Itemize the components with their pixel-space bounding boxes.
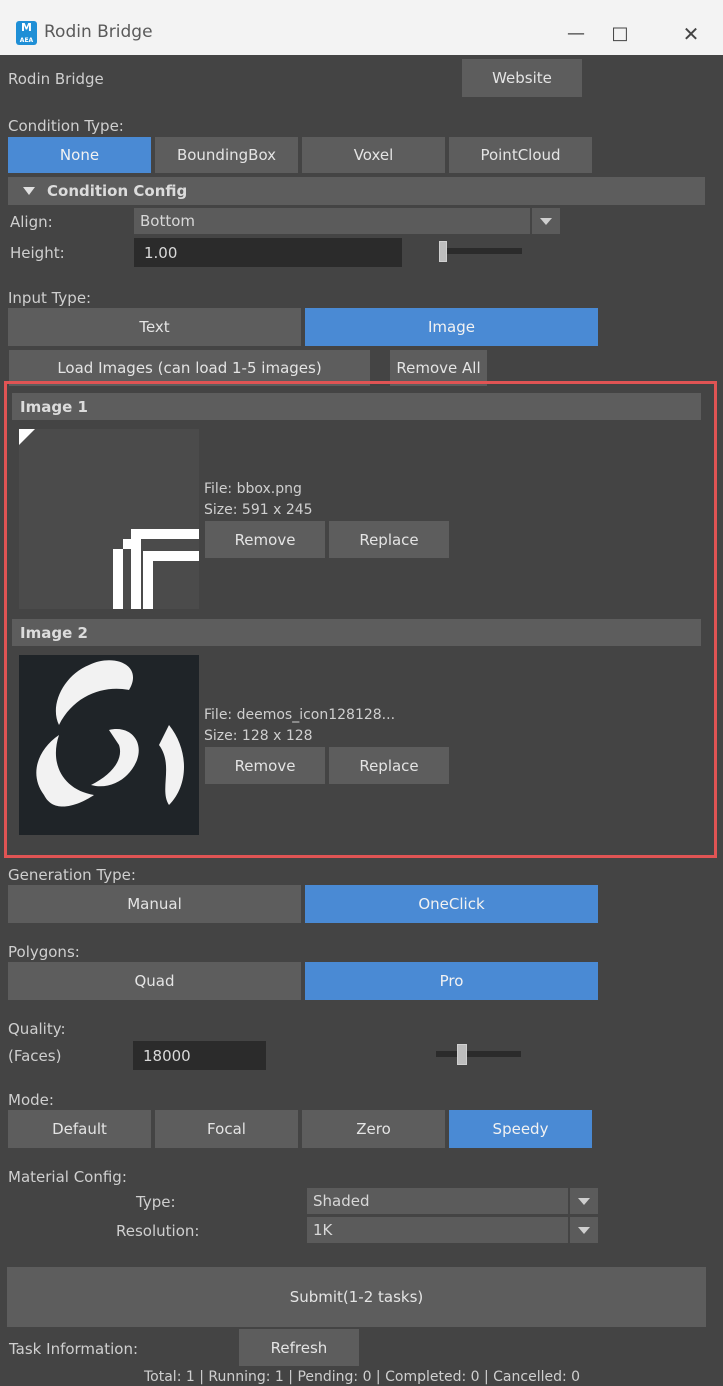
image-1-file: File: bbox.png	[204, 481, 302, 497]
input-image-button[interactable]: Image	[305, 308, 598, 346]
material-type-label: Type:	[136, 1193, 176, 1211]
height-slider-track[interactable]	[440, 248, 522, 254]
generation-manual-button[interactable]: Manual	[8, 885, 301, 923]
app-icon: M AEA	[16, 21, 37, 45]
mode-default-button[interactable]: Default	[8, 1110, 151, 1148]
generation-type-label: Generation Type:	[8, 866, 136, 884]
image-1-remove-button[interactable]: Remove	[205, 521, 325, 558]
image-1-header: Image 1	[12, 393, 701, 420]
condition-boundingbox-button[interactable]: BoundingBox	[155, 137, 298, 173]
condition-config-header[interactable]: Condition Config	[8, 177, 705, 205]
faces-slider-track[interactable]	[436, 1051, 521, 1057]
resolution-label: Resolution:	[116, 1222, 200, 1240]
material-type-select[interactable]: Shaded	[307, 1188, 568, 1214]
image-2-remove-button[interactable]: Remove	[205, 747, 325, 784]
image-2-file: File: deemos_icon128128...	[204, 707, 396, 723]
image-2-replace-button[interactable]: Replace	[329, 747, 449, 784]
window-title: Rodin Bridge	[44, 22, 153, 42]
align-label: Align:	[10, 213, 53, 231]
align-select[interactable]: Bottom	[134, 208, 530, 234]
align-dropdown-icon[interactable]	[532, 208, 560, 234]
mode-focal-button[interactable]: Focal	[155, 1110, 298, 1148]
image-1-size: Size: 591 x 245	[204, 502, 313, 518]
task-information-label: Task Information:	[9, 1340, 139, 1358]
image-2-header: Image 2	[12, 619, 701, 646]
mode-speedy-button[interactable]: Speedy	[449, 1110, 592, 1148]
material-type-dropdown-icon[interactable]	[570, 1188, 598, 1214]
condition-config-title: Condition Config	[47, 182, 188, 200]
height-label: Height:	[10, 244, 65, 262]
mode-label: Mode:	[8, 1091, 54, 1109]
polygons-label: Polygons:	[8, 943, 80, 961]
maximize-icon[interactable]: □	[605, 22, 635, 46]
image-2-size: Size: 128 x 128	[204, 728, 313, 744]
quality-label: Quality:	[8, 1020, 66, 1038]
resolution-dropdown-icon[interactable]	[570, 1217, 598, 1243]
condition-none-button[interactable]: None	[8, 137, 151, 173]
height-slider-handle[interactable]	[439, 241, 447, 262]
submit-button[interactable]: Submit(1-2 tasks)	[7, 1267, 706, 1327]
generation-oneclick-button[interactable]: OneClick	[305, 885, 598, 923]
polygons-pro-button[interactable]: Pro	[305, 962, 598, 1000]
refresh-button[interactable]: Refresh	[239, 1329, 359, 1366]
input-type-label: Input Type:	[8, 289, 92, 307]
task-status-text: Total: 1 | Running: 1 | Pending: 0 | Com…	[144, 1369, 581, 1385]
collapse-triangle-icon	[23, 187, 35, 195]
website-button[interactable]: Website	[462, 59, 582, 97]
resolution-select[interactable]: 1K	[307, 1217, 568, 1243]
image-2-thumbnail	[19, 655, 199, 835]
image-1-thumbnail	[19, 429, 199, 609]
close-icon[interactable]: ✕	[676, 22, 706, 46]
faces-slider-handle[interactable]	[457, 1044, 467, 1065]
plugin-label: Rodin Bridge	[8, 70, 104, 88]
condition-type-label: Condition Type:	[8, 117, 124, 135]
height-input[interactable]: 1.00	[134, 238, 402, 267]
material-config-label: Material Config:	[8, 1168, 127, 1186]
condition-voxel-button[interactable]: Voxel	[302, 137, 445, 173]
faces-input[interactable]: 18000	[133, 1041, 266, 1070]
minimize-icon[interactable]: —	[561, 22, 591, 46]
polygons-quad-button[interactable]: Quad	[8, 962, 301, 1000]
faces-label: (Faces)	[8, 1047, 62, 1065]
input-text-button[interactable]: Text	[8, 308, 301, 346]
mode-zero-button[interactable]: Zero	[302, 1110, 445, 1148]
image-1-replace-button[interactable]: Replace	[329, 521, 449, 558]
condition-pointcloud-button[interactable]: PointCloud	[449, 137, 592, 173]
